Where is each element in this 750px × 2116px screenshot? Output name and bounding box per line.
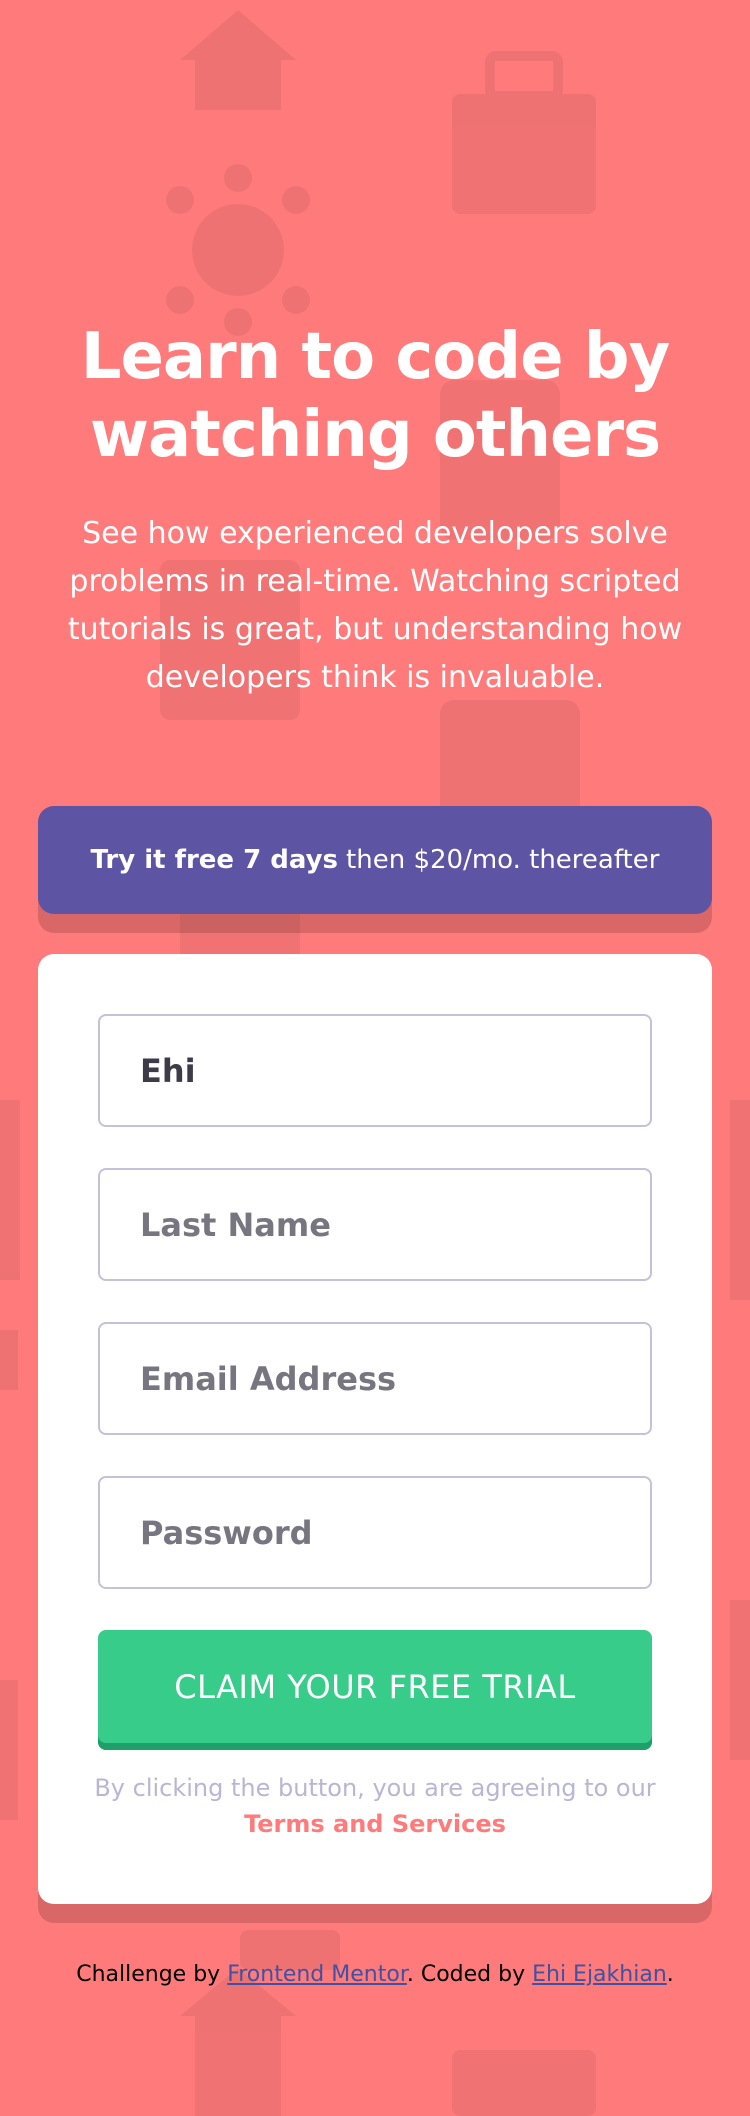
attribution-footer: Challenge by Frontend Mentor. Coded by E… <box>0 1962 750 1987</box>
terms-text: By clicking the button, you are agreeing… <box>94 1774 656 1802</box>
hero-section: Learn to code by watching others See how… <box>40 318 710 702</box>
briefcase-icon <box>452 51 596 214</box>
frontend-mentor-link[interactable]: Frontend Mentor <box>227 1962 407 1987</box>
trial-banner-rest: then $20/mo. thereafter <box>346 845 660 875</box>
title-line-1: Learn to code by <box>80 320 671 394</box>
footer-prefix: Challenge by <box>76 1962 228 1987</box>
footer-suffix: . <box>666 1962 674 1987</box>
trial-banner: Try it free 7 days then $20/mo. thereaft… <box>38 806 712 914</box>
first-name-field[interactable]: Ehi <box>98 1014 652 1127</box>
last-name-field[interactable]: Last Name <box>98 1168 652 1281</box>
page-title: Learn to code by watching others <box>40 318 710 474</box>
email-field[interactable]: Email Address <box>98 1322 652 1435</box>
terms-notice: By clicking the button, you are agreeing… <box>78 1770 672 1842</box>
title-line-2: watching others <box>89 398 661 472</box>
trial-banner-bold: Try it free 7 days <box>90 845 339 875</box>
author-link[interactable]: Ehi Ejakhian <box>532 1962 667 1987</box>
signup-form-card: Ehi Last Name Email Address Password CLA… <box>38 954 712 1904</box>
terms-link[interactable]: Terms and Services <box>78 1806 672 1842</box>
house-icon <box>180 10 296 110</box>
password-field[interactable]: Password <box>98 1476 652 1589</box>
claim-trial-button[interactable]: CLAIM YOUR FREE TRIAL <box>98 1630 652 1750</box>
network-icon <box>166 164 310 336</box>
footer-middle: . Coded by <box>406 1962 533 1987</box>
hero-description: See how experienced developers solve pro… <box>67 516 683 695</box>
